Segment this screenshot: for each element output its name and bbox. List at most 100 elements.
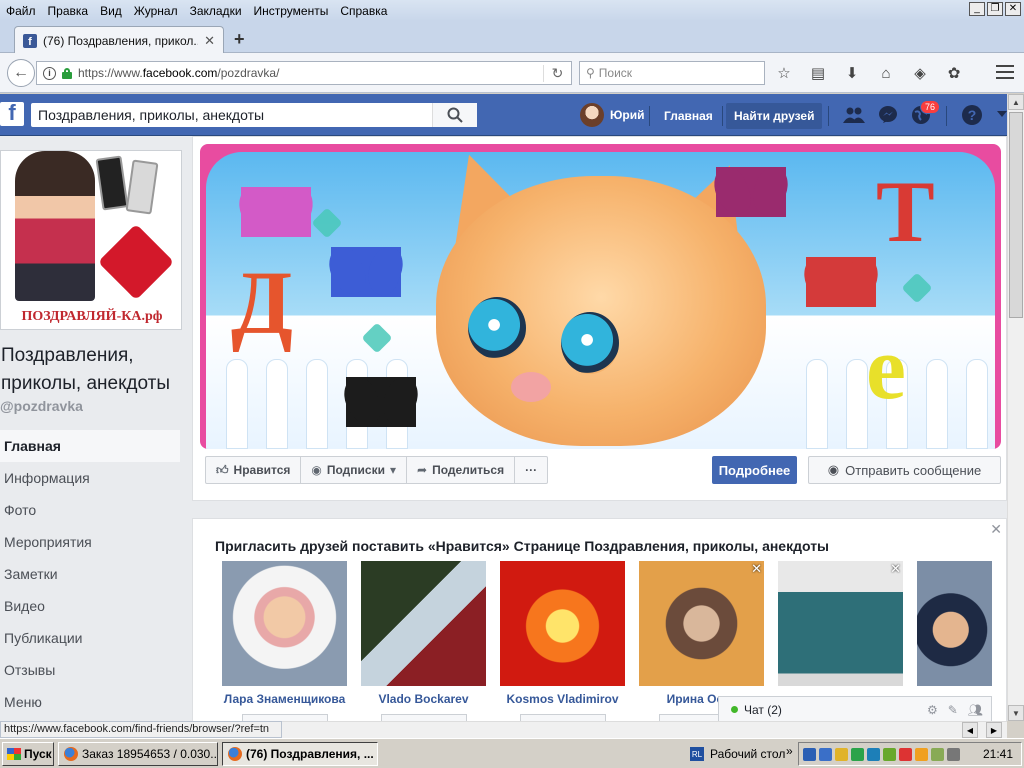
friend-card[interactable]: Лара Знаменщикова [222,561,347,721]
more-options-button[interactable]: ··· [515,457,547,483]
scroll-right-icon[interactable]: ▶ [986,722,1002,738]
compose-icon[interactable]: ✎ [948,703,958,717]
downloads-icon[interactable]: ⬇ [842,63,862,83]
tray-app-icon[interactable] [867,747,880,761]
extension-icon[interactable]: ✿ [944,63,964,83]
menu-history[interactable]: Журнал [128,4,184,18]
tray-app-icon[interactable] [899,747,912,761]
invite-button[interactable] [380,714,467,721]
side-nav-photos[interactable]: Фото [0,494,182,526]
like-button[interactable]: 👍︎ Нравится [206,457,302,483]
facebook-search-input[interactable] [31,106,432,124]
friend-card[interactable]: Vlado Bockarev [361,561,486,721]
monitor-icon[interactable] [819,747,832,761]
friend-photo[interactable] [778,561,903,686]
taskbar-item-active[interactable]: (76) Поздравления, ... [222,742,378,766]
menu-tools[interactable]: Инструменты [248,4,335,18]
facebook-logo-icon[interactable]: f [0,100,24,126]
scroll-up-icon[interactable]: ▲ [1008,94,1024,110]
share-button[interactable]: ➦ Поделиться [407,457,516,483]
reading-list-icon[interactable]: ▤ [808,63,828,83]
chat-bar[interactable]: Чат (2) ⚙ ✎ 👥︎ [718,696,992,722]
gear-icon[interactable]: ⚙ [927,703,938,717]
scroll-left-icon[interactable]: ◀ [962,722,978,738]
send-message-button[interactable]: ◉ Отправить сообщение [808,456,1001,484]
start-button[interactable]: Пуск [2,742,54,766]
menu-edit[interactable]: Правка [42,4,95,18]
friend-photo[interactable] [361,561,486,686]
language-indicator[interactable]: RL [690,747,704,761]
profile-link[interactable]: Юрий [580,103,644,127]
create-group-icon[interactable]: 👥︎ [968,703,983,717]
friend-photo[interactable] [222,561,347,686]
side-nav-events[interactable]: Мероприятия [0,526,182,558]
scroll-thumb[interactable] [1009,112,1023,318]
clock[interactable]: 21:41 [983,747,1013,761]
info-icon[interactable]: i [43,66,56,80]
friend-requests-icon[interactable] [843,104,865,126]
toolbar-expand-icon[interactable]: » [786,744,793,758]
menu-help[interactable]: Справка [334,4,393,18]
friend-name[interactable]: Kosmos Vladimirov [500,692,625,706]
friend-photo[interactable] [639,561,764,686]
url-text[interactable]: https://www.facebook.com/pozdravka/ [78,66,537,80]
tray-app-icon[interactable] [851,747,864,761]
close-tab-icon[interactable]: ✕ [204,33,215,49]
invite-button[interactable] [519,714,606,721]
close-icon[interactable]: ✕ [990,521,1002,538]
friend-photo[interactable] [500,561,625,686]
help-icon[interactable]: ? [962,105,982,125]
pocket-icon[interactable]: ◈ [910,63,930,83]
page-title[interactable]: Поздравления, приколы, анекдоты [0,342,182,398]
maximize-button[interactable]: ❐ [987,2,1003,16]
browser-tab-active[interactable]: f (76) Поздравления, прикол... ✕ [14,26,224,54]
friend-card[interactable]: Kosmos Vladimirov [500,561,625,721]
vertical-scrollbar[interactable]: ▲ ▼ [1007,94,1024,721]
side-nav-info[interactable]: Информация [0,462,182,494]
dismiss-friend-icon[interactable]: ✕ [890,561,901,577]
friend-name[interactable]: Vlado Bockarev [361,692,486,706]
reload-icon[interactable]: ↻ [543,64,571,82]
new-tab-button[interactable]: + [234,29,245,50]
menu-hamburger-icon[interactable] [996,65,1014,83]
facebook-search-button[interactable] [432,103,477,127]
browser-search-field[interactable]: ⚲ Поиск [579,61,765,85]
back-button[interactable]: ← [7,59,35,87]
friend-photo[interactable] [917,561,992,686]
menu-bookmarks[interactable]: Закладки [184,4,248,18]
taskbar-item[interactable]: Заказ 18954653 / 0.030... [58,742,218,766]
network-icon[interactable] [803,747,816,761]
page-handle[interactable]: @pozdravka [0,398,182,414]
bookmark-star-icon[interactable]: ☆ [774,63,794,83]
invite-button[interactable] [241,714,328,721]
tray-app-icon[interactable] [835,747,848,761]
friend-name[interactable]: Лара Знаменщикова [222,692,347,706]
side-nav-videos[interactable]: Видео [0,590,182,622]
menu-file[interactable]: Файл [0,4,42,18]
follow-button[interactable]: ◉ Подписки ▾ [301,457,407,483]
side-nav-reviews[interactable]: Отзывы [0,654,182,686]
close-window-button[interactable]: ✕ [1005,2,1021,16]
nav-find-friends[interactable]: Найти друзей [726,103,823,129]
tray-app-icon[interactable] [931,747,944,761]
home-icon[interactable]: ⌂ [876,63,896,83]
side-nav-home[interactable]: Главная [0,430,180,462]
page-profile-picture[interactable]: ПОЗДРАВЛЯЙ-КА.рф [0,150,182,330]
tray-app-icon[interactable] [883,747,896,761]
desktop-toolbar-label[interactable]: Рабочий стол [710,747,785,761]
learn-more-button[interactable]: Подробнее [712,456,797,484]
side-nav-menu[interactable]: Меню [0,686,182,718]
tray-app-icon[interactable] [915,747,928,761]
horizontal-scrollbar[interactable]: ◀ ▶ [282,721,1007,738]
lock-icon[interactable] [62,67,72,79]
volume-icon[interactable] [947,747,960,761]
messenger-icon[interactable] [877,104,899,126]
dismiss-friend-icon[interactable]: ✕ [751,561,762,577]
minimize-button[interactable]: _ [969,2,985,16]
side-nav-notes[interactable]: Заметки [0,558,182,590]
nav-home[interactable]: Главная [656,103,721,129]
scroll-down-icon[interactable]: ▼ [1008,705,1024,721]
url-bar[interactable]: i https://www.facebook.com/pozdravka/ ↻ [36,61,572,85]
account-menu-caret-icon[interactable] [997,111,1007,117]
menu-view[interactable]: Вид [94,4,128,18]
